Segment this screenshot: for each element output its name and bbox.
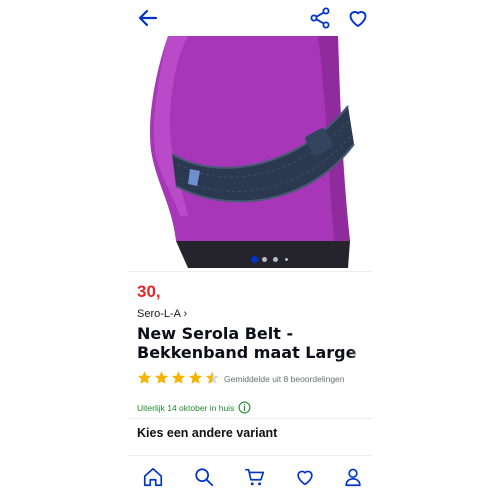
carousel-indicator bbox=[128, 255, 372, 265]
product-image-carousel[interactable] bbox=[128, 36, 372, 268]
star-icon bbox=[188, 371, 203, 384]
app-screen: 30, Sero-L-A › New Serola Belt - Bekkenb… bbox=[128, 0, 372, 500]
delivery-estimate: Uiterlijk 14 oktober in huis bbox=[137, 403, 235, 413]
divider bbox=[128, 271, 372, 272]
rating-summary[interactable]: Gemiddelde uit 8 beoordelingen bbox=[224, 374, 345, 384]
carousel-dot[interactable] bbox=[273, 257, 278, 262]
bottom-navigation bbox=[128, 455, 372, 500]
cart-icon[interactable] bbox=[244, 466, 266, 488]
heart-icon[interactable] bbox=[346, 6, 370, 30]
product-title-line: Bekkenband maat Large bbox=[137, 343, 357, 362]
home-icon[interactable] bbox=[142, 466, 164, 488]
share-icon[interactable] bbox=[308, 6, 332, 30]
heart-icon[interactable] bbox=[294, 466, 316, 488]
star-half-icon bbox=[205, 371, 220, 384]
top-bar bbox=[128, 0, 372, 36]
search-icon[interactable] bbox=[193, 466, 215, 488]
carousel-dot[interactable] bbox=[285, 258, 288, 261]
choose-variant-link[interactable]: Kies een andere variant bbox=[137, 426, 277, 440]
title-fade bbox=[350, 344, 372, 364]
star-icon bbox=[137, 371, 152, 384]
brand-link[interactable]: Sero-L-A › bbox=[137, 308, 187, 320]
carousel-dot[interactable] bbox=[262, 257, 267, 262]
price: 30, bbox=[137, 282, 161, 301]
info-icon[interactable] bbox=[238, 401, 251, 414]
carousel-dot-active[interactable] bbox=[251, 256, 258, 263]
arrow-left-icon[interactable] bbox=[136, 6, 160, 30]
star-icon bbox=[154, 371, 169, 384]
star-icon bbox=[171, 371, 186, 384]
account-icon[interactable] bbox=[342, 466, 364, 488]
divider bbox=[128, 418, 372, 419]
product-title: New Serola Belt - Bekkenband maat Large bbox=[137, 324, 372, 362]
product-photo bbox=[149, 36, 355, 268]
product-title-line: New Serola Belt - bbox=[137, 324, 294, 343]
